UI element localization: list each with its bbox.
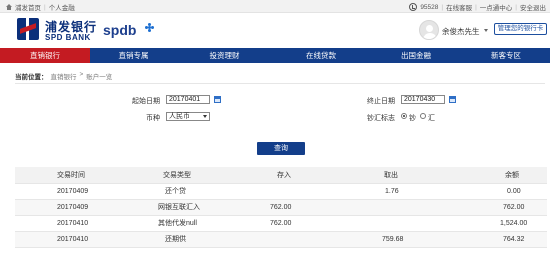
spdb-logo: spdb — [103, 22, 137, 38]
cell-deposit: 762.00 — [270, 204, 292, 211]
table-row: 20170409 还个贷 1.76 0.00 — [15, 184, 547, 200]
online-service-link[interactable]: 在线客服 — [446, 2, 472, 12]
username[interactable]: 余俊杰先生 — [442, 26, 480, 37]
cell-balance: 764.32 — [503, 236, 525, 243]
cell-withdrawal: 759.68 — [382, 236, 404, 243]
site-header: 浦发银行 SPD BANK spdb 余俊杰先生 管理您的银行卡 — [0, 14, 550, 48]
home-icon — [5, 3, 12, 11]
cell-type: 其他代发null — [158, 220, 197, 227]
cell-time: 20170409 — [57, 204, 89, 211]
cell-type: 还期供 — [165, 236, 186, 243]
calendar-icon[interactable] — [214, 96, 221, 103]
logout-link[interactable]: 安全退出 — [520, 2, 546, 12]
cell-time: 20170409 — [57, 188, 89, 195]
table-row: 20170410 其他代发null 762.00 1,524.00 — [15, 216, 547, 232]
end-date-label: 终止日期 — [367, 98, 395, 105]
separator: | — [44, 3, 46, 11]
nav-item-new-customer[interactable]: 新客专区 — [462, 48, 550, 63]
breadcrumb-separator: > — [79, 71, 84, 78]
cell-balance: 0.00 — [507, 188, 521, 195]
start-date-input[interactable]: 20170401 — [166, 95, 210, 104]
breadcrumb: 当前位置： 直销银行 > 账户一览 — [15, 71, 112, 81]
cell-deposit: 762.00 — [270, 220, 292, 227]
remit-radio[interactable] — [420, 113, 426, 119]
cell-type: 还个贷 — [165, 188, 186, 195]
main-nav: 直销银行 直销专属 投资理财 在线贷款 出国金融 新客专区 — [0, 48, 550, 63]
bank-logo-english: SPD BANK — [45, 33, 91, 42]
hotline-number: 95528 — [420, 3, 439, 11]
top-utility-bar: 浦发首页 | 个人金融 95528 | 在线客服 | 一点通中心 | 安全退出 — [0, 0, 550, 13]
nav-item-exclusive[interactable]: 直销专属 — [90, 48, 177, 63]
breadcrumb-item-direct-bank[interactable]: 直销银行 — [51, 71, 77, 81]
bank-logo-icon[interactable] — [17, 18, 39, 40]
nav-item-overseas-finance[interactable]: 出国金融 — [370, 48, 462, 63]
transactions-table: 交易时间 交易类型 存入 取出 余额 20170409 还个贷 1.76 0.0… — [15, 167, 547, 248]
cell-balance: 1,524.00 — [500, 220, 528, 227]
nav-item-investment[interactable]: 投资理财 — [177, 48, 272, 63]
currency-select[interactable]: 人民币 — [166, 112, 210, 121]
separator: | — [475, 3, 477, 11]
spdb-plus-icon — [145, 23, 155, 33]
column-header-withdrawal: 取出 — [384, 172, 398, 179]
table-row: 20170409 网银互联汇入 762.00 762.00 — [15, 200, 547, 216]
service-center-link[interactable]: 一点通中心 — [480, 2, 513, 12]
table-row: 20170410 还期供 759.68 764.32 — [15, 232, 547, 248]
cell-balance: 762.00 — [503, 204, 525, 211]
personal-finance-link[interactable]: 个人金融 — [49, 2, 75, 12]
breadcrumb-item-accounts: 账户一览 — [86, 74, 113, 81]
remit-radio-label: 汇 — [428, 115, 435, 122]
manage-cards-button[interactable]: 管理您的银行卡 — [494, 23, 547, 35]
column-header-deposit: 存入 — [277, 172, 291, 179]
cell-type: 网银互联汇入 — [158, 204, 200, 211]
separator: | — [441, 3, 444, 11]
home-link[interactable]: 浦发首页 — [15, 2, 41, 12]
end-date-input[interactable]: 20170430 — [401, 95, 445, 104]
cash-radio-label: 钞 — [409, 115, 416, 122]
breadcrumb-label: 当前位置： — [15, 74, 48, 81]
nav-item-direct-bank[interactable]: 直销银行 — [0, 48, 90, 63]
cell-time: 20170410 — [57, 220, 89, 227]
cash-radio[interactable] — [401, 113, 407, 119]
column-header-time: 交易时间 — [57, 172, 85, 179]
separator: | — [515, 3, 517, 11]
column-header-balance: 余额 — [505, 172, 519, 179]
nav-item-online-loan[interactable]: 在线贷款 — [272, 48, 370, 63]
query-button[interactable]: 查询 — [257, 142, 305, 155]
start-date-label: 起始日期 — [132, 98, 160, 105]
calendar-icon[interactable] — [449, 96, 456, 103]
phone-icon — [409, 3, 418, 11]
divider — [15, 83, 545, 84]
table-header-row: 交易时间 交易类型 存入 取出 余额 — [15, 167, 547, 184]
cash-remit-label: 钞汇标志 — [367, 115, 395, 122]
column-header-type: 交易类型 — [163, 172, 191, 179]
chevron-down-icon[interactable] — [484, 29, 488, 32]
avatar[interactable] — [419, 20, 439, 40]
cell-withdrawal: 1.76 — [385, 188, 399, 195]
cell-time: 20170410 — [57, 236, 89, 243]
currency-label: 币种 — [146, 115, 160, 122]
